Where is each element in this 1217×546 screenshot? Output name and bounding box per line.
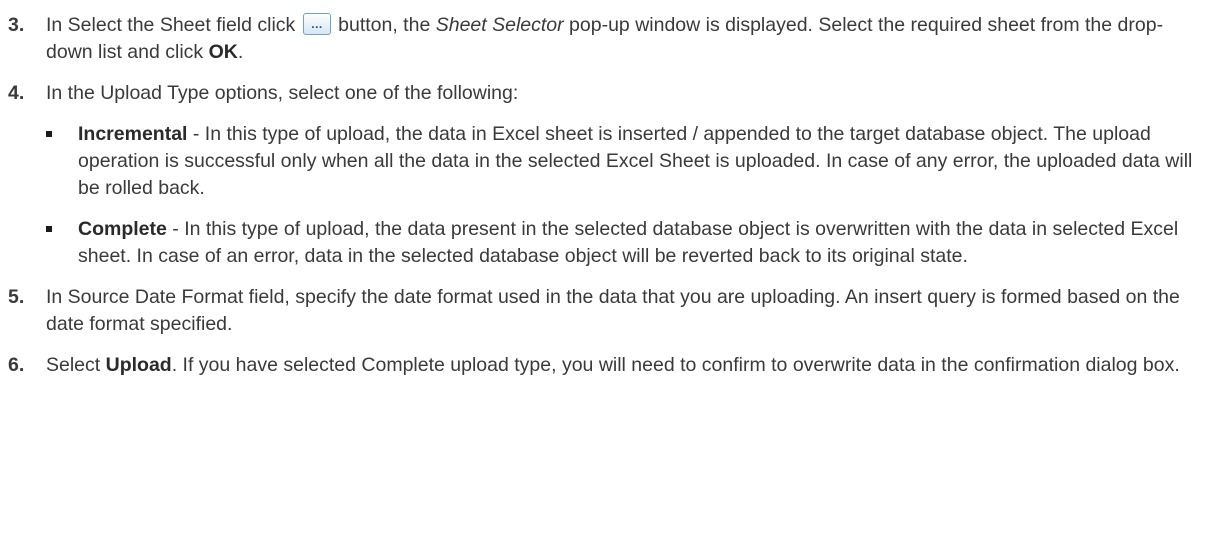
list-item: Complete - In this type of upload, the d… (46, 216, 1197, 270)
step-number: 5. (8, 286, 25, 308)
step-4: 4. In the Upload Type options, select on… (0, 80, 1217, 270)
step-6: 6. Select Upload. If you have selected C… (0, 352, 1217, 379)
bold-term: Incremental (78, 123, 188, 145)
step-3: 3. In Select the Sheet field click … but… (0, 12, 1217, 66)
document-body: 3. In Select the Sheet field click … but… (0, 0, 1217, 381)
step-number: 4. (8, 82, 25, 104)
bullet-list: Incremental - In this type of upload, th… (46, 121, 1197, 270)
step-number: 6. (8, 354, 25, 376)
step-text: . If you have selected Complete upload t… (171, 354, 1180, 376)
bold-term: OK (208, 41, 238, 63)
square-bullet-icon (46, 226, 52, 232)
ellipsis-browse-button-icon: … (302, 13, 331, 35)
step-text: In Select the Sheet field click (46, 14, 301, 36)
step-text: In Source Date Format field, specify the… (46, 286, 1180, 335)
step-number: 3. (8, 14, 25, 36)
bullet-text: - In this type of upload, the data prese… (78, 218, 1179, 267)
step-5: 5. In Source Date Format field, specify … (0, 284, 1217, 338)
emphasis-text: Sheet Selector (435, 14, 564, 36)
step-text: Select (46, 354, 106, 376)
step-text: In the Upload Type options, select one o… (46, 82, 519, 104)
list-item: Incremental - In this type of upload, th… (46, 121, 1197, 202)
step-text: button, the (332, 14, 436, 36)
square-bullet-icon (46, 131, 52, 137)
bold-term: Complete (78, 218, 167, 240)
step-text: . (237, 41, 244, 63)
bold-term: Upload (105, 354, 172, 376)
bullet-text: - In this type of upload, the data in Ex… (78, 123, 1193, 199)
